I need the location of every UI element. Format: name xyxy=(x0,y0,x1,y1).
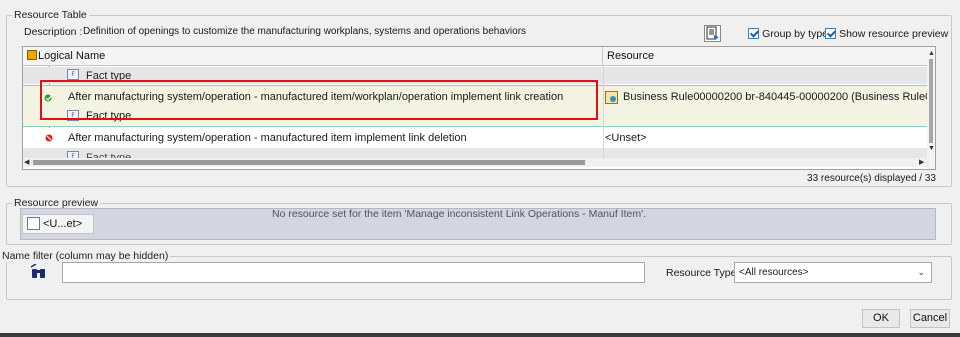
fact-type-icon: F xyxy=(67,151,79,158)
ok-button[interactable]: OK xyxy=(862,309,900,328)
show-preview-label: Show resource preview xyxy=(839,28,949,40)
resource-type-value: <All resources> xyxy=(739,267,809,278)
row-resource: <Unset> xyxy=(605,132,647,144)
binoculars-icon xyxy=(30,263,48,280)
resource-count: 33 resource(s) displayed / 33 xyxy=(807,173,936,184)
resource-type-select[interactable]: <All resources> ⌄ xyxy=(734,262,932,283)
description-text: Definition of openings to customize the … xyxy=(83,26,527,37)
highlight-box xyxy=(40,80,598,120)
preview-resource-button[interactable]: <U...et> xyxy=(22,214,94,234)
group-by-type-check-icon xyxy=(748,28,759,39)
group-by-type-label: Group by type xyxy=(762,28,829,40)
name-filter-input[interactable] xyxy=(62,262,645,283)
show-preview-checkbox[interactable]: Show resource preview xyxy=(825,28,948,40)
scroll-up-arrow-icon[interactable]: ▲ xyxy=(928,50,935,57)
vertical-scrollbar[interactable]: ▲ ▼ xyxy=(927,47,935,169)
export-document-icon[interactable] xyxy=(704,25,721,42)
business-rule-icon xyxy=(605,91,618,104)
description-label: Description : xyxy=(24,26,83,38)
chevron-down-icon: ⌄ xyxy=(917,267,925,277)
lock-icon xyxy=(27,50,37,60)
preview-message: No resource set for the item 'Manage inc… xyxy=(272,208,647,220)
taskbar-strip xyxy=(0,333,960,337)
scroll-right-arrow-icon[interactable]: ▶ xyxy=(919,158,924,166)
row-resource: Business Rule00000200 br-840445-00000200… xyxy=(623,91,936,103)
table-row[interactable]: After manufacturing system/operation - m… xyxy=(23,128,929,148)
table-row[interactable]: F Fact type xyxy=(23,148,929,158)
fact-type-icon: F xyxy=(67,69,79,80)
cancel-button[interactable]: Cancel xyxy=(910,309,950,328)
name-filter-group-title: Name filter (column may be hidden) xyxy=(0,250,171,262)
table-header: Logical Name Resource xyxy=(23,47,935,66)
group-by-type-checkbox[interactable]: Group by type xyxy=(748,28,828,40)
row-name: Fact type xyxy=(86,152,132,158)
scroll-thumb[interactable] xyxy=(929,59,933,143)
resource-type-label: Resource Type : xyxy=(666,267,743,279)
column-divider xyxy=(603,66,604,158)
scroll-down-arrow-icon[interactable]: ▼ xyxy=(928,145,935,152)
horizontal-scroll-thumb[interactable] xyxy=(33,160,585,165)
resource-table-group-title: Resource Table xyxy=(12,9,89,21)
link-deletion-icon xyxy=(43,133,55,143)
horizontal-scrollbar[interactable]: ◀ ▶ xyxy=(23,158,929,167)
scroll-left-arrow-icon[interactable]: ◀ xyxy=(24,158,29,166)
resource-icon xyxy=(27,217,40,230)
column-header-resource[interactable]: Resource xyxy=(603,47,929,66)
column-header-logical-name[interactable]: Logical Name xyxy=(23,47,603,66)
show-preview-check-icon xyxy=(825,28,836,39)
row-name: After manufacturing system/operation - m… xyxy=(68,132,467,144)
